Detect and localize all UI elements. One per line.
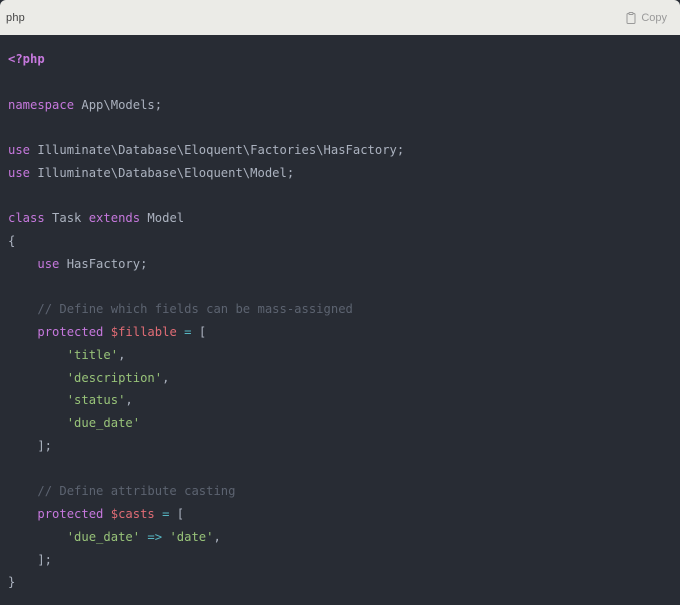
- code-block: php Copy <?php namespace App\Models; use…: [0, 0, 680, 605]
- code-text: ,: [118, 347, 126, 362]
- code-text: App\Models;: [74, 97, 163, 112]
- clipboard-icon: [626, 11, 636, 24]
- code-line: {: [8, 230, 680, 253]
- code-line: 'due_date': [8, 412, 680, 435]
- code-line: protected $fillable = [: [8, 321, 680, 344]
- string-literal: 'description': [66, 370, 163, 385]
- code-text: HasFactory;: [59, 256, 148, 271]
- code-text: Illuminate\Database\Eloquent\Factories\H…: [30, 143, 405, 157]
- code-line: 'status',: [8, 389, 680, 412]
- code-text: ];: [8, 438, 53, 453]
- code-line: class Task extends Model: [8, 207, 680, 230]
- php-open-tag: <?php: [8, 52, 45, 66]
- code-line: 'title',: [8, 344, 680, 367]
- code-line: use Illuminate\Database\Eloquent\Model;: [8, 162, 680, 185]
- code-text: ,: [213, 529, 221, 544]
- code-text: {: [8, 234, 16, 248]
- copy-button[interactable]: Copy: [626, 11, 667, 24]
- code-text: ,: [125, 393, 133, 408]
- keyword: namespace: [8, 97, 75, 112]
- keyword: extends: [88, 211, 141, 226]
- code-text: [: [169, 507, 185, 521]
- operator: =>: [147, 529, 163, 544]
- code-text: Model: [140, 211, 185, 226]
- comment: // Define which fields can be mass-assig…: [37, 302, 353, 317]
- variable: $fillable: [110, 325, 177, 339]
- code-line: 'description',: [8, 367, 680, 390]
- variable: $casts: [110, 507, 155, 521]
- code-line: 'due_date' => 'date',: [8, 526, 680, 549]
- comment: // Define attribute casting: [37, 484, 236, 499]
- keyword: use: [8, 165, 31, 180]
- code-line: // Define attribute casting: [8, 480, 680, 503]
- code-line: ];: [8, 435, 680, 458]
- code-text: ];: [8, 552, 53, 567]
- string-literal: 'title': [66, 347, 119, 362]
- string-literal: 'status': [66, 393, 126, 408]
- keyword: use: [37, 256, 60, 271]
- code-block-header: php Copy: [0, 0, 680, 35]
- code-line: use HasFactory;: [8, 253, 680, 276]
- code-line: protected $casts = [: [8, 503, 680, 526]
- language-label: php: [6, 11, 25, 24]
- code-line: ];: [8, 549, 680, 572]
- copy-label: Copy: [641, 11, 667, 24]
- code-line: // Define which fields can be mass-assig…: [8, 298, 680, 321]
- keyword: use: [8, 143, 31, 157]
- code-line: namespace App\Models;: [8, 94, 680, 117]
- code-line: use Illuminate\Database\Eloquent\Factori…: [8, 139, 680, 162]
- string-literal: 'due_date': [66, 529, 141, 544]
- keyword: protected: [37, 325, 104, 339]
- code-text: Task: [44, 211, 89, 226]
- code-text: [: [191, 325, 207, 339]
- code-text: }: [8, 575, 16, 590]
- code-text: ,: [162, 370, 170, 385]
- string-literal: 'due_date': [66, 416, 141, 430]
- code-line: }: [8, 571, 680, 594]
- code-text: Illuminate\Database\Eloquent\Model;: [30, 165, 295, 180]
- keyword: class: [8, 211, 45, 226]
- keyword: protected: [37, 507, 104, 521]
- string-literal: 'date': [169, 529, 214, 544]
- code-content: <?php namespace App\Models; use Illumina…: [8, 48, 680, 594]
- code-line: <?php: [8, 48, 680, 71]
